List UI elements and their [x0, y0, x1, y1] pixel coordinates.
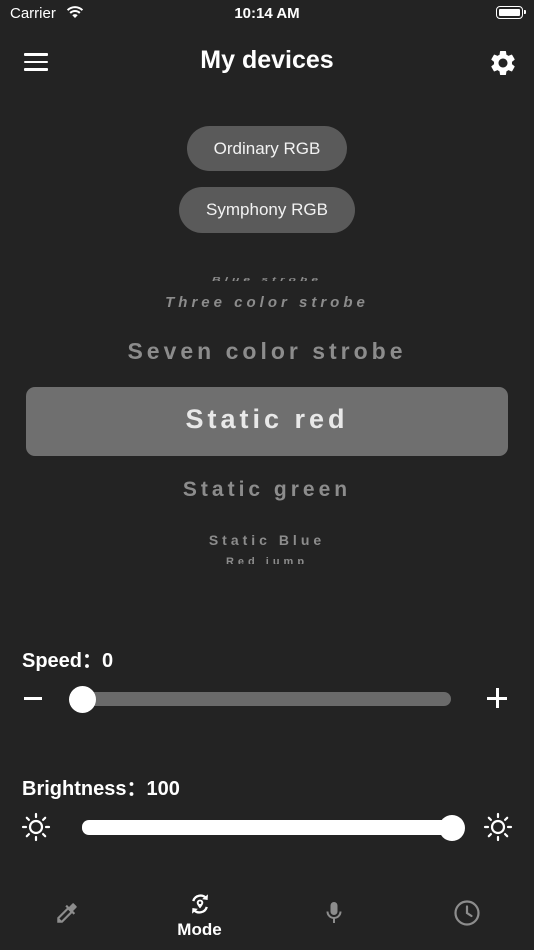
tab-color[interactable] — [0, 890, 133, 950]
tab-mode-label: Mode — [177, 920, 222, 939]
clock-icon — [453, 900, 480, 926]
speed-increase-button[interactable] — [487, 688, 507, 708]
ordinary-rgb-button[interactable]: Ordinary RGB — [187, 126, 347, 171]
battery-icon — [496, 6, 526, 19]
speed-label: Speed：0 — [22, 650, 114, 672]
brightness-slider-track[interactable] — [82, 820, 452, 835]
picker-item[interactable]: Static green — [0, 478, 534, 502]
tab-music[interactable] — [267, 890, 400, 950]
brightness-label: Brightness：100 — [22, 778, 180, 800]
speed-decrease-button[interactable] — [24, 697, 42, 700]
tab-mode[interactable]: Mode — [133, 890, 266, 950]
picker-item[interactable]: Three color strobe — [0, 294, 534, 311]
brightness-slider-thumb[interactable] — [439, 815, 465, 841]
picker-item[interactable]: Seven color strobe — [0, 338, 534, 365]
brightness-increase-icon[interactable] — [483, 812, 513, 842]
speed-slider-thumb[interactable] — [68, 686, 96, 713]
tab-timer[interactable] — [400, 890, 533, 950]
picker-item[interactable]: Static Blue — [0, 532, 534, 548]
mode-icon — [191, 894, 208, 914]
color-picker-icon — [56, 903, 77, 923]
brightness-value: 100 — [146, 778, 180, 800]
picker-selected-item[interactable]: Static red — [0, 404, 534, 435]
picker-item[interactable]: Blue strobe — [0, 276, 534, 281]
status-time: 10:14 AM — [234, 5, 300, 22]
speed-value: 0 — [102, 650, 114, 672]
speed-slider-track[interactable] — [82, 692, 451, 706]
brightness-decrease-icon[interactable] — [21, 812, 51, 842]
picker-item[interactable]: Red jump — [0, 556, 534, 564]
gear-icon[interactable] — [488, 48, 518, 78]
symphony-rgb-button[interactable]: Symphony RGB — [179, 187, 355, 233]
microphone-icon — [326, 902, 341, 923]
page-title: My devices — [200, 46, 334, 74]
